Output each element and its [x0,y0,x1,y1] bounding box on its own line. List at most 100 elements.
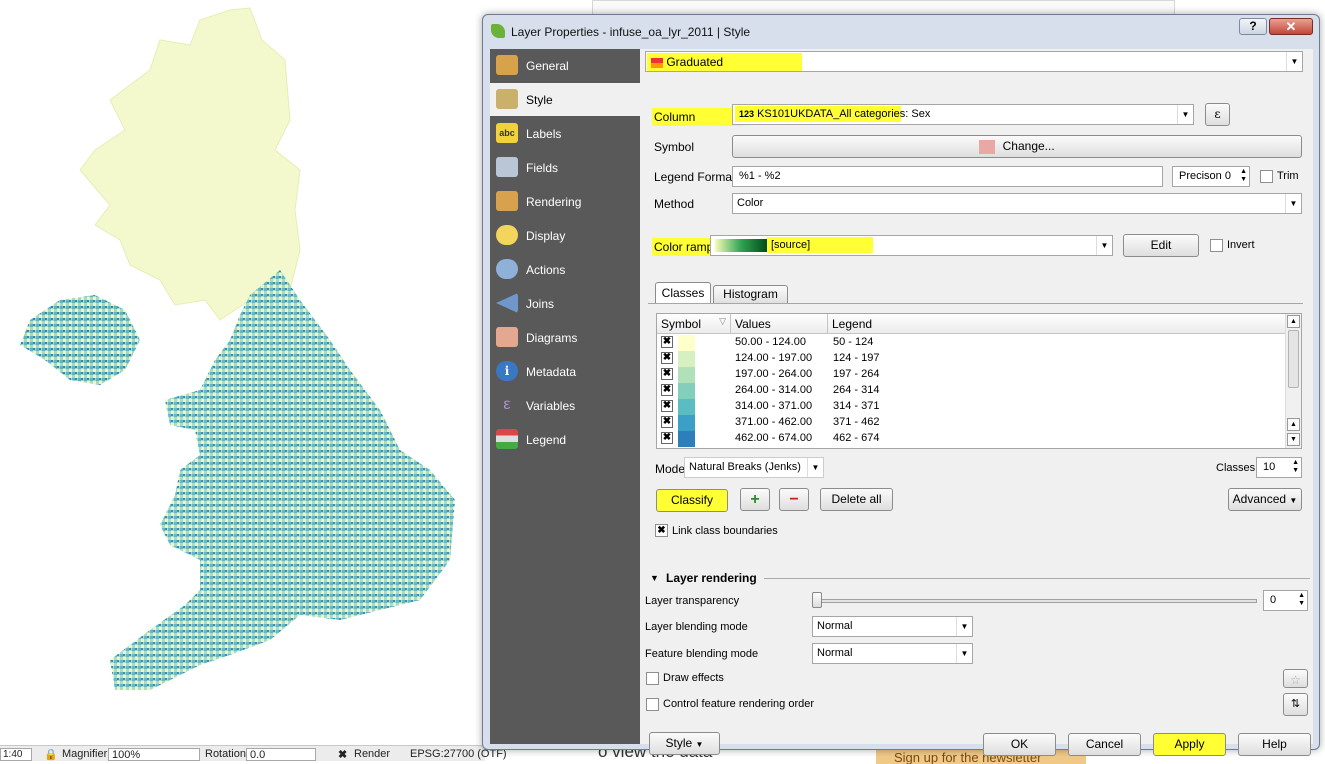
cancel-button[interactable]: Cancel [1068,733,1141,756]
sidebar-item-actions[interactable]: Actions [490,253,640,286]
tab-histogram[interactable]: Histogram [713,285,788,304]
table-row[interactable]: ✖ 371.00 - 462.00 371 - 462 [657,415,1285,431]
sidebar-item-fields[interactable]: Fields [490,151,640,184]
sidebar-item-metadata[interactable]: i Metadata [490,355,640,388]
table-row[interactable]: ✖ 314.00 - 371.00 314 - 371 [657,399,1285,415]
class-values[interactable]: 197.00 - 264.00 [735,368,812,380]
spin-arrows-icon[interactable]: ▲ ▼ [1292,459,1299,475]
transparency-spinbox[interactable]: 0 ▲ ▼ [1263,590,1308,611]
sidebar-item-display[interactable]: Display [490,219,640,252]
tab-classes[interactable]: Classes [655,282,711,304]
class-values[interactable]: 264.00 - 314.00 [735,384,812,396]
feature-blending-select[interactable]: Normal ▼ [812,643,973,664]
scroll-down-icon[interactable]: ▼ [1287,433,1300,446]
class-color-swatch[interactable] [678,335,695,351]
sort-order-button[interactable]: ⇅ [1283,693,1308,716]
rotation-input[interactable]: 0.0 [246,748,316,761]
blending-mode-select[interactable]: Normal ▼ [812,616,973,637]
table-row[interactable]: ✖ 197.00 - 264.00 197 - 264 [657,367,1285,383]
classes-count-spinbox[interactable]: 10 ▲ ▼ [1256,457,1302,478]
sidebar-item-rendering[interactable]: Rendering [490,185,640,218]
title-bar[interactable]: Layer Properties - infuse_oa_lyr_2011 | … [483,15,1319,47]
column-header-values[interactable]: Values [731,314,828,334]
sidebar-item-diagrams[interactable]: Diagrams [490,321,640,354]
map-canvas[interactable] [0,0,485,745]
class-values[interactable]: 371.00 - 462.00 [735,416,812,428]
collapse-triangle-icon[interactable]: ▼ [650,573,659,583]
class-legend[interactable]: 371 - 462 [833,416,879,428]
edit-ramp-button[interactable]: Edit [1123,234,1199,257]
renderer-type-select[interactable]: Graduated ▼ [645,51,1303,72]
trim-checkbox[interactable] [1260,170,1273,183]
color-ramp-select[interactable]: [source] ▼ [710,235,1113,256]
class-values[interactable]: 50.00 - 124.00 [735,336,806,348]
sidebar-item-variables[interactable]: ε Variables [490,389,640,422]
transparency-slider-track[interactable] [813,599,1257,603]
class-visible-checkbox[interactable]: ✖ [661,336,673,348]
help-title-button[interactable]: ? [1239,18,1267,35]
scroll-up-icon[interactable]: ▲ [1287,418,1300,431]
control-order-checkbox[interactable] [646,698,659,711]
sidebar-item-style[interactable]: Style [490,83,640,116]
apply-button[interactable]: Apply [1153,733,1226,756]
draw-effects-checkbox[interactable] [646,672,659,685]
class-legend[interactable]: 314 - 371 [833,400,879,412]
sidebar-item-labels[interactable]: abc Labels [490,117,640,150]
spin-arrows-icon[interactable]: ▲ ▼ [1240,168,1247,184]
column-header-symbol[interactable]: Symbol ▽ [657,314,731,334]
sidebar-item-general[interactable]: General [490,49,640,82]
classes-table[interactable]: Symbol ▽ Values Legend ✖ 50.00 - 124.00 50… [656,313,1302,449]
sidebar-item-legend[interactable]: Legend [490,423,640,456]
class-visible-checkbox[interactable]: ✖ [661,352,673,364]
class-visible-checkbox[interactable]: ✖ [661,432,673,444]
class-visible-checkbox[interactable]: ✖ [661,416,673,428]
class-visible-checkbox[interactable]: ✖ [661,384,673,396]
class-legend[interactable]: 197 - 264 [833,368,879,380]
magnifier-input[interactable]: 100% [108,748,200,761]
help-button[interactable]: Help [1238,733,1311,756]
class-color-swatch[interactable] [678,383,695,399]
remove-class-button[interactable]: − [779,488,809,511]
table-scrollbar[interactable]: ▲ ▲ ▼ [1285,314,1301,448]
mode-select[interactable]: Natural Breaks (Jenks) ▼ [684,457,824,478]
table-row[interactable]: ✖ 50.00 - 124.00 50 - 124 [657,335,1285,351]
spin-arrows-icon[interactable]: ▲ ▼ [1298,592,1305,608]
class-values[interactable]: 314.00 - 371.00 [735,400,812,412]
render-checkbox[interactable]: ✖ [338,748,347,761]
class-color-swatch[interactable] [678,431,695,447]
class-color-swatch[interactable] [678,415,695,431]
legend-format-input[interactable]: %1 - %2 [732,166,1163,187]
scroll-thumb[interactable] [1288,330,1299,388]
link-boundaries-checkbox[interactable]: ✖ [655,524,668,537]
sidebar-item-joins[interactable]: Joins [490,287,640,320]
class-legend[interactable]: 50 - 124 [833,336,873,348]
symbol-change-button[interactable]: Change... [732,135,1302,158]
class-visible-checkbox[interactable]: ✖ [661,400,673,412]
effects-settings-button[interactable]: ☆ [1283,669,1308,688]
transparency-slider-handle[interactable] [812,592,822,608]
style-menu-button[interactable]: Style ▼ [649,732,720,755]
ok-button[interactable]: OK [983,733,1056,756]
invert-checkbox[interactable] [1210,239,1223,252]
class-values[interactable]: 124.00 - 197.00 [735,352,812,364]
column-header-legend[interactable]: Legend [828,314,1286,334]
class-legend[interactable]: 264 - 314 [833,384,879,396]
class-color-swatch[interactable] [678,351,695,367]
scale-combo[interactable]: 1:40 [0,748,32,761]
class-legend[interactable]: 124 - 197 [833,352,879,364]
class-legend[interactable]: 462 - 674 [833,432,879,444]
table-row[interactable]: ✖ 462.00 - 674.00 462 - 674 [657,431,1285,447]
advanced-menu-button[interactable]: Advanced ▼ [1228,488,1302,511]
add-class-button[interactable]: + [740,488,770,511]
expression-button[interactable]: ε [1205,103,1230,126]
precision-spinbox[interactable]: Precison 0 ▲ ▼ [1172,166,1250,187]
column-select[interactable]: 123 KS101UKDATA_All categories: Sex ▼ [732,104,1194,125]
class-values[interactable]: 462.00 - 674.00 [735,432,812,444]
table-row[interactable]: ✖ 124.00 - 197.00 124 - 197 [657,351,1285,367]
close-button[interactable]: ✕ [1269,18,1313,35]
scroll-up-icon[interactable]: ▲ [1287,315,1300,328]
class-visible-checkbox[interactable]: ✖ [661,368,673,380]
delete-all-button[interactable]: Delete all [820,488,893,511]
table-row[interactable]: ✖ 264.00 - 314.00 264 - 314 [657,383,1285,399]
class-color-swatch[interactable] [678,399,695,415]
